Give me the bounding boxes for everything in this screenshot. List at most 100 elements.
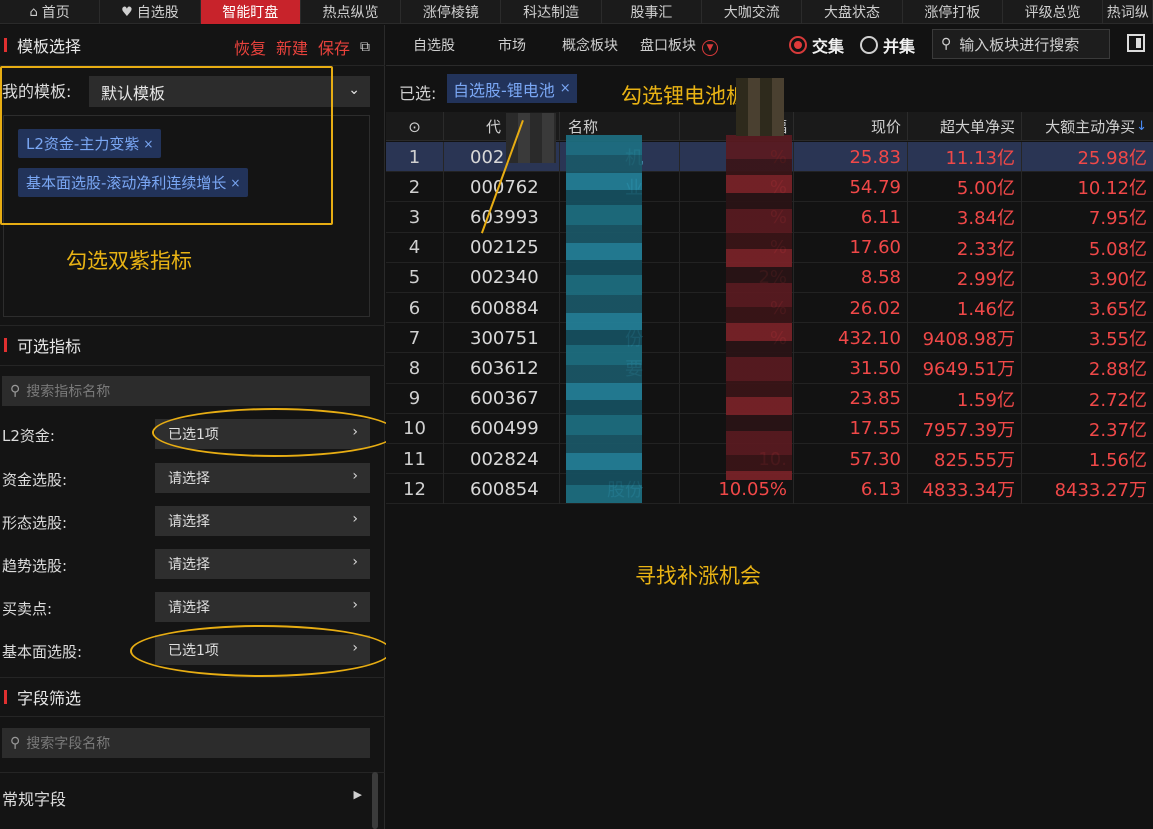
cell-price: 17.60 (794, 232, 908, 263)
save-button[interactable]: 保存 (318, 35, 350, 59)
cell-big-active: 2.88亿 (1088, 359, 1147, 381)
cell-super-buy: 9649.51万 (908, 353, 1022, 384)
cell-big-active: 1.56亿 (1088, 450, 1147, 471)
indicator-row-pattern: 形态选股: 请选择 › (0, 506, 385, 536)
tab-market[interactable]: 市场 (498, 35, 526, 55)
cell-big-active: 7.95亿 (1088, 208, 1147, 230)
cell-super-buy: 7957.39万 (908, 413, 1022, 444)
chevron-right-icon: › (352, 554, 358, 570)
cell-super-buy: 1.59亿 (908, 383, 1022, 414)
left-panel: 模板选择 恢复 新建 保存 ⧉ 我的模板: 默认模板 ⌄ L2资金-主力变紫 × … (0, 25, 397, 829)
nav-home[interactable]: ⌂ 首页 (0, 0, 101, 24)
radio-intersect[interactable]: 交集 (789, 33, 844, 57)
cell-price: 25.83 (794, 142, 908, 172)
nav-stock-events[interactable]: 股事汇 (602, 0, 703, 24)
annotation-opportunity: 寻找补涨机会 (635, 564, 761, 588)
cell-price: 57.30 (794, 444, 908, 474)
cell-big-active: 25.98亿 (1077, 148, 1147, 169)
pixelated-mask (566, 135, 642, 503)
home-icon: ⌂ (29, 4, 38, 20)
radio-union[interactable]: 并集 (860, 33, 915, 57)
restore-button[interactable]: 恢复 (234, 35, 266, 59)
block-search-input[interactable]: ⚲ 输入板块进行搜索 (932, 29, 1110, 59)
cell-price: 23.85 (794, 383, 908, 414)
cell-price: 6.11 (794, 202, 908, 233)
nav-keda[interactable]: 科达制造 (501, 0, 602, 24)
cell-code: 603993 (386, 202, 560, 233)
cell-big-active: 2.72亿 (1088, 389, 1147, 411)
field-search-input[interactable]: ⚲ 搜索字段名称 (2, 728, 370, 758)
column-settings-icon[interactable]: ⊙ (386, 112, 444, 141)
cell-super-buy: 4833.34万 (908, 474, 1022, 505)
top-nav: ⌂ 首页 ♥ 自选股 智能盯盘 热点纵览 涨停棱镜 科达制造 股事汇 大咖交流 大盘… (0, 0, 1153, 24)
nav-expert-talk[interactable]: 大咖交流 (702, 0, 803, 24)
cell-code: 002340 (386, 262, 560, 293)
chevron-down-icon: ⌄ (348, 82, 360, 98)
cell-big-active: 3.65亿 (1088, 299, 1147, 320)
nav-market-state[interactable]: 大盘状态 (802, 0, 903, 24)
nav-rating[interactable]: 评级总览 (1003, 0, 1104, 24)
search-icon: ⚲ (10, 735, 21, 751)
chevron-right-icon: › (352, 597, 358, 613)
indicator-select-button[interactable]: 请选择 › (155, 549, 370, 579)
cell-big-active: 2.37亿 (1088, 419, 1147, 441)
close-icon[interactable]: × (560, 81, 571, 96)
caret-right-icon: ▶ (353, 788, 362, 801)
template-actions: 恢复 新建 保存 ⧉ (234, 35, 370, 59)
cell-code: 600499 (386, 413, 560, 444)
cell-code: 600854 (386, 474, 560, 505)
indicator-search-input[interactable]: ⚲ 搜索指标名称 (2, 376, 370, 406)
cell-big-active: 3.90亿 (1088, 268, 1147, 290)
pixelated-mask (726, 135, 792, 480)
search-icon: ⚲ (10, 383, 21, 399)
cell-price: 6.13 (794, 474, 908, 505)
indicator-select-button[interactable]: 请选择 › (155, 463, 370, 493)
cell-super-buy: 2.99亿 (908, 262, 1022, 293)
annotation-ellipse (130, 625, 392, 677)
tab-concept[interactable]: 概念板块 (562, 35, 618, 55)
nav-hotspot[interactable]: 热点纵览 (301, 0, 402, 24)
cell-super-buy: 5.00亿 (908, 172, 1022, 203)
nav-limit-board[interactable]: 涨停打板 (903, 0, 1003, 24)
cell-big-active: 8433.27万 (1054, 480, 1147, 502)
annotation-ellipse (152, 408, 397, 457)
indicators-section-title: 可选指标 (0, 325, 385, 365)
header-super-buy[interactable]: 超大单净买 (908, 112, 1022, 141)
chevron-right-icon: › (352, 511, 358, 527)
cell-super-buy: 2.33亿 (908, 232, 1022, 263)
nav-limit-prism[interactable]: 涨停棱镜 (401, 0, 502, 24)
chevron-down-icon[interactable]: ▼ (702, 39, 718, 56)
pixelated-mask (736, 78, 784, 136)
sort-down-icon: ↓ (1136, 119, 1147, 134)
cell-code: 603612 (386, 353, 560, 384)
layout-toggle-icon[interactable] (1127, 34, 1145, 52)
header-big-active[interactable]: 大额主动净买 ↓ (1022, 112, 1153, 141)
tab-watchlist[interactable]: 自选股 (413, 35, 455, 55)
cell-super-buy: 825.55万 (908, 444, 1022, 474)
scrollbar[interactable] (372, 772, 378, 829)
new-button[interactable]: 新建 (276, 35, 308, 59)
field-group-regular[interactable]: 常规字段 ▶ (0, 784, 370, 814)
chevron-right-icon: › (352, 468, 358, 484)
cell-big-active: 3.55亿 (1088, 329, 1147, 351)
header-price[interactable]: 现价 (794, 112, 908, 141)
nav-watchlist[interactable]: ♥ 自选股 (100, 0, 201, 24)
cell-code: 600367 (386, 383, 560, 414)
copy-icon[interactable]: ⧉ (360, 39, 370, 55)
heart-icon: ♥ (121, 4, 133, 20)
cell-super-buy: 9408.98万 (908, 323, 1022, 354)
selected-block-tag[interactable]: 自选股-锂电池 × (447, 74, 577, 103)
annotation-double-purple: 勾选双紫指标 (66, 249, 192, 273)
nav-smart-watch[interactable]: 智能盯盘 (200, 0, 301, 24)
indicator-select-button[interactable]: 请选择 › (155, 506, 370, 536)
cell-super-buy: 3.84亿 (908, 202, 1022, 233)
cell-code: 300751 (386, 323, 560, 354)
cell-price: 432.10 (794, 323, 908, 354)
cell-super-buy: 11.13亿 (908, 142, 1022, 172)
cell-price: 17.55 (794, 413, 908, 444)
nav-hot-words[interactable]: 热词纵 (1103, 0, 1153, 24)
cell-price: 26.02 (794, 293, 908, 323)
fields-section-title: 字段筛选 (0, 677, 385, 717)
tab-order-book[interactable]: 盘口板块 ▼ (640, 35, 718, 56)
indicator-select-button[interactable]: 请选择 › (155, 592, 370, 622)
